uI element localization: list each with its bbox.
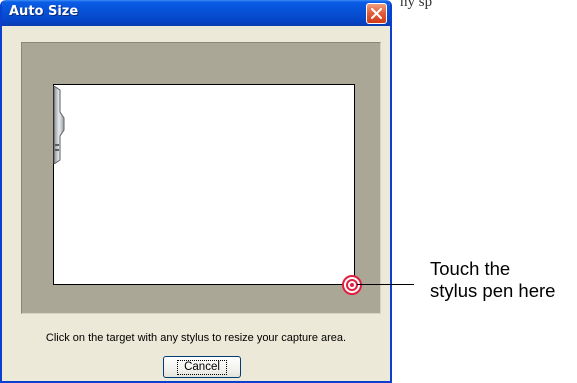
title-bar[interactable]: Auto Size xyxy=(2,0,390,26)
cancel-button[interactable]: Cancel xyxy=(163,356,241,378)
dialog-title: Auto Size xyxy=(9,4,79,19)
capture-area xyxy=(53,84,355,285)
close-x-icon xyxy=(371,8,382,19)
stylus-holder-icon xyxy=(53,86,65,164)
auto-size-dialog: Auto Size Click on the target with any s… xyxy=(0,0,392,383)
callout-annotation: Touch the stylus pen here xyxy=(430,258,555,302)
callout-line-1: Touch the xyxy=(430,258,511,279)
callout-line-2: stylus pen here xyxy=(430,280,556,301)
close-button[interactable] xyxy=(366,3,387,24)
callout-line xyxy=(357,284,414,285)
instruction-text: Click on the target with any stylus to r… xyxy=(45,332,347,344)
background-partial-text: ny sp xyxy=(400,0,433,10)
cancel-button-label: Cancel xyxy=(177,359,227,375)
resize-target-icon[interactable] xyxy=(342,275,362,295)
